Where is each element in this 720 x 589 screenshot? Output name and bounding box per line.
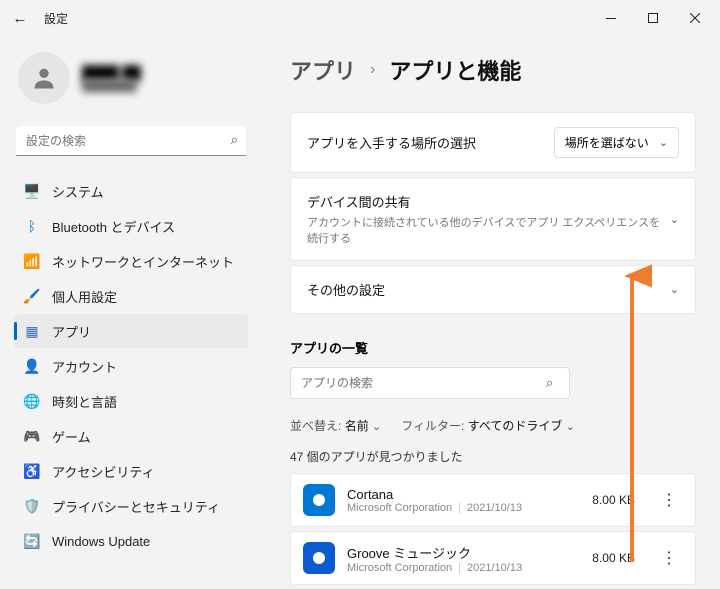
app-search-input[interactable] [290, 367, 570, 399]
nav-icon: 🔄 [24, 533, 40, 549]
card-sharing[interactable]: デバイス間の共有 アカウントに接続されている他のデバイスでアプリ エクスペリエン… [290, 177, 696, 261]
page-title: アプリと機能 [389, 54, 521, 86]
sidebar-item-label: システム [52, 182, 104, 201]
app-icon [303, 484, 335, 516]
section-heading: アプリの一覧 [290, 338, 696, 357]
filter-control[interactable]: フィルター: すべてのドライブ ⌄ [401, 417, 575, 434]
more-button[interactable]: ⋮ [655, 486, 683, 514]
app-meta: Microsoft Corporation|2021/10/13 [347, 502, 580, 514]
card-desc: アカウントに接続されている他のデバイスでアプリ エクスペリエンスを続行する [307, 214, 670, 246]
search-input[interactable] [16, 126, 246, 156]
card-title: その他の設定 [307, 280, 670, 299]
app-name: Cortana [347, 487, 580, 502]
nav-icon: 🛡️ [24, 498, 40, 514]
sidebar: ████ ██ ███████ ⌕ 🖥️ システム ᛒ Bluetooth とデバイス… [0, 36, 262, 589]
settings-search[interactable]: ⌕ [16, 126, 246, 156]
back-button[interactable]: ← [4, 2, 36, 34]
sidebar-item-label: 時刻と言語 [52, 392, 117, 411]
chevron-down-icon: ⌄ [670, 283, 679, 296]
nav-icon: ♿ [24, 463, 40, 479]
sidebar-item-label: ネットワークとインターネット [52, 252, 234, 271]
sidebar-item-label: 個人用設定 [52, 287, 117, 306]
card-other[interactable]: その他の設定 ⌄ [290, 265, 696, 314]
nav-icon: 👤 [24, 358, 40, 374]
app-icon [303, 542, 335, 574]
sort-control[interactable]: 並べ替え: 名前 ⌄ [290, 417, 381, 434]
sort-filter-row: 並べ替え: 名前 ⌄ フィルター: すべてのドライブ ⌄ [290, 417, 696, 434]
found-count: 47 個のアプリが見つかりました [290, 448, 696, 465]
app-name: Groove ミュージック [347, 543, 580, 562]
sidebar-item-6[interactable]: 🌐 時刻と言語 [14, 384, 248, 418]
avatar [18, 52, 70, 104]
card-app-source: アプリを入手する場所の選択 場所を選ばない ⌄ [290, 112, 696, 173]
app-size: 8.00 KB [592, 493, 635, 507]
app-size: 8.00 KB [592, 551, 635, 565]
sidebar-item-1[interactable]: ᛒ Bluetooth とデバイス [14, 209, 248, 243]
card-title: アプリを入手する場所の選択 [307, 133, 554, 152]
sidebar-item-7[interactable]: 🎮 ゲーム [14, 419, 248, 453]
profile-block[interactable]: ████ ██ ███████ [18, 52, 244, 104]
maximize-button[interactable] [632, 2, 674, 34]
chevron-down-icon: ⌄ [659, 136, 668, 149]
minimize-button[interactable] [590, 2, 632, 34]
sidebar-item-label: アカウント [52, 357, 117, 376]
chevron-down-icon: ⌄ [372, 421, 381, 433]
sidebar-item-8[interactable]: ♿ アクセシビリティ [14, 454, 248, 488]
source-select[interactable]: 場所を選ばない ⌄ [554, 127, 679, 158]
nav-icon: 🖥️ [24, 183, 40, 199]
nav-icon: 📶 [24, 253, 40, 269]
nav-icon: 🖌️ [24, 288, 40, 304]
more-button[interactable]: ⋮ [655, 544, 683, 572]
window-title: 設定 [44, 10, 68, 27]
sidebar-item-10[interactable]: 🔄 Windows Update [14, 524, 248, 558]
nav-icon: ᛒ [24, 218, 40, 234]
card-title: デバイス間の共有 [307, 192, 670, 211]
breadcrumb: アプリ › アプリと機能 [290, 54, 696, 86]
sidebar-item-5[interactable]: 👤 アカウント [14, 349, 248, 383]
app-search[interactable]: ⌕ [290, 367, 696, 399]
profile-email: ███████ [82, 80, 141, 92]
app-meta: Microsoft Corporation|2021/10/13 [347, 562, 580, 574]
search-icon: ⌕ [546, 375, 553, 391]
chevron-right-icon: › [370, 61, 375, 79]
app-list: Cortana Microsoft Corporation|2021/10/13… [290, 473, 696, 585]
nav-icon: 🎮 [24, 428, 40, 444]
profile-name: ████ ██ [82, 65, 141, 80]
nav-list: 🖥️ システム ᛒ Bluetooth とデバイス 📶 ネットワークとインターネット 🖌️ 個… [14, 174, 248, 558]
close-icon [690, 13, 700, 23]
chevron-down-icon: ⌄ [670, 213, 679, 226]
sidebar-item-label: アプリ [52, 322, 91, 341]
select-value: 場所を選ばない [565, 134, 649, 151]
app-row[interactable]: Groove ミュージック Microsoft Corporation|2021… [290, 531, 696, 585]
person-icon [30, 64, 58, 92]
breadcrumb-parent[interactable]: アプリ [290, 54, 356, 86]
sidebar-item-0[interactable]: 🖥️ システム [14, 174, 248, 208]
maximize-icon [648, 13, 658, 23]
sidebar-item-label: Windows Update [52, 534, 150, 549]
sidebar-item-4[interactable]: ▦ アプリ [14, 314, 248, 348]
sidebar-item-label: ゲーム [52, 427, 91, 446]
sidebar-item-label: Bluetooth とデバイス [52, 217, 175, 236]
nav-icon: ▦ [24, 323, 40, 339]
main-content: アプリ › アプリと機能 アプリを入手する場所の選択 場所を選ばない ⌄ デバイ… [262, 36, 720, 589]
sidebar-item-label: プライバシーとセキュリティ [52, 497, 220, 516]
close-button[interactable] [674, 2, 716, 34]
sidebar-item-2[interactable]: 📶 ネットワークとインターネット [14, 244, 248, 278]
app-row[interactable]: Cortana Microsoft Corporation|2021/10/13… [290, 473, 696, 527]
title-bar: ← 設定 [0, 0, 720, 36]
sidebar-item-label: アクセシビリティ [52, 462, 155, 481]
search-icon: ⌕ [231, 132, 238, 148]
minimize-icon [606, 18, 616, 19]
nav-icon: 🌐 [24, 393, 40, 409]
chevron-down-icon: ⌄ [566, 421, 575, 433]
sidebar-item-3[interactable]: 🖌️ 個人用設定 [14, 279, 248, 313]
sidebar-item-9[interactable]: 🛡️ プライバシーとセキュリティ [14, 489, 248, 523]
